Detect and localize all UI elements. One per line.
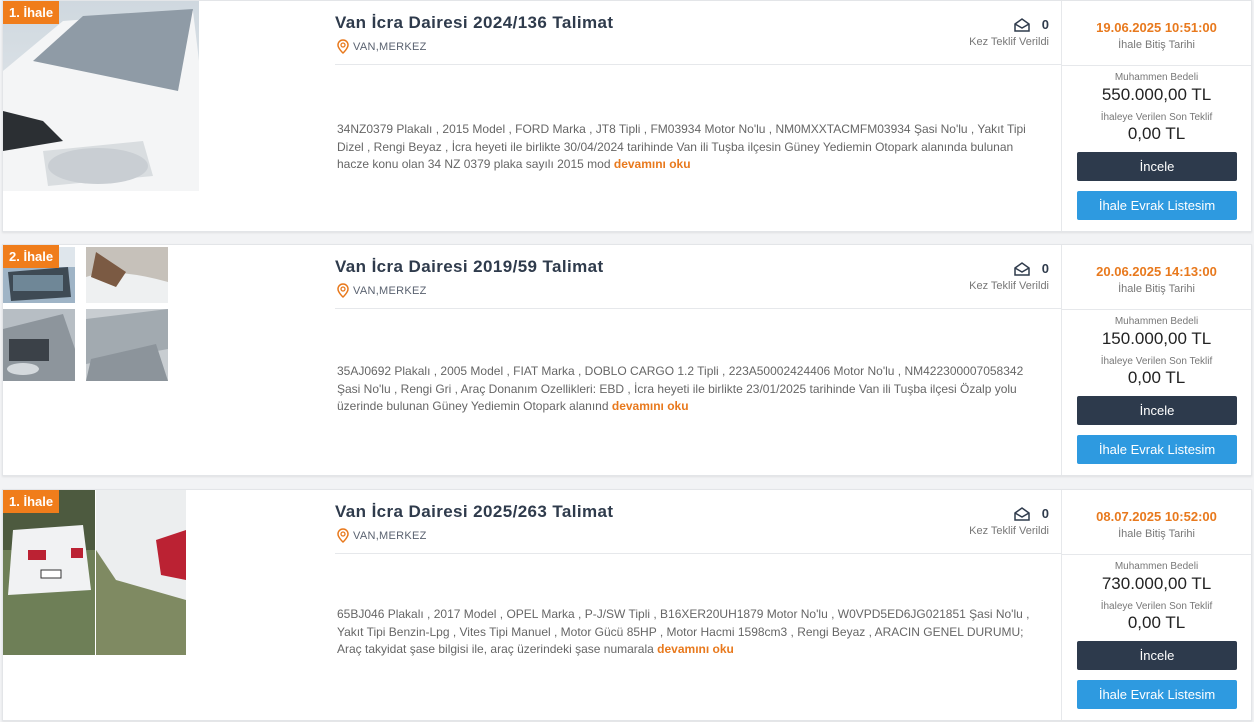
offer-count-block: 0 Kez Teklif Verildi [969,261,1049,292]
last-bid-value: 0,00 TL [1127,124,1186,143]
listing-description: 34NZ0379 Plakalı , 2015 Model , FORD Mar… [337,121,1037,174]
offer-count-label: Kez Teklif Verildi [969,525,1049,537]
listing-sidebar: 08.07.2025 10:52:00 İhale Bitiş Tarihi M… [1061,490,1251,720]
read-more-link[interactable]: devamını oku [612,399,689,413]
listing-main: Van İcra Dairesi 2024/136 Talimat VAN,ME… [335,1,1061,231]
vehicle-photo[interactable] [96,490,186,655]
auction-round-badge: 1. İhale [3,1,60,24]
divider [335,64,1061,65]
divider [335,553,1061,554]
listing-sidebar: 19.06.2025 10:51:00 İhale Bitiş Tarihi M… [1061,1,1251,231]
auction-round-badge: 1. İhale [3,490,60,513]
auction-end-date: 19.06.2025 10:51:00 [1096,20,1217,35]
auction-end-date: 08.07.2025 10:52:00 [1096,509,1217,524]
vehicle-photo[interactable] [3,309,75,381]
map-pin-icon [337,39,349,54]
divider [1062,65,1251,66]
estimated-value-label: Muhammen Bedeli [1114,561,1199,572]
listing-title[interactable]: Van İcra Dairesi 2019/59 Talimat [335,257,604,277]
envelope-open-icon [1014,17,1030,32]
last-bid-label: İhaleye Verilen Son Teklif [1100,356,1213,367]
listing-photos: 1. İhale [3,490,333,720]
listing-main: Van İcra Dairesi 2025/263 Talimat VAN,ME… [335,490,1061,720]
vehicle-photo[interactable] [86,247,168,303]
auction-documents-button[interactable]: İhale Evrak Listesim [1077,680,1237,709]
auction-end-date: 20.06.2025 14:13:00 [1096,264,1217,279]
auction-end-date-label: İhale Bitiş Tarihi [1118,283,1195,295]
vehicle-photo[interactable] [3,1,199,191]
last-bid-label: İhaleye Verilen Son Teklif [1100,112,1213,123]
inspect-button[interactable]: İncele [1077,152,1237,181]
last-bid-value: 0,00 TL [1127,368,1186,387]
map-pin-icon [337,528,349,543]
map-pin-icon [337,283,349,298]
auction-end-date-label: İhale Bitiş Tarihi [1118,39,1195,51]
estimated-value-label: Muhammen Bedeli [1114,72,1199,83]
envelope-open-icon [1014,261,1030,276]
offer-count: 0 [1041,17,1049,32]
auction-documents-button[interactable]: İhale Evrak Listesim [1077,435,1237,464]
location-text: VAN,MERKEZ [353,284,427,297]
offer-count-block: 0 Kez Teklif Verildi [969,506,1049,537]
listing-location: VAN,MERKEZ [337,283,427,298]
listing-photos: 1. İhale [3,1,333,231]
listing-title[interactable]: Van İcra Dairesi 2025/263 Talimat [335,502,613,522]
offer-count: 0 [1041,261,1049,276]
listing-photos: 2. İhale [3,245,333,475]
listing-location: VAN,MERKEZ [337,528,427,543]
estimated-value: 730.000,00 TL [1101,574,1212,593]
envelope-open-icon [1014,506,1030,521]
inspect-button[interactable]: İncele [1077,396,1237,425]
listing-card: 2. İhale Van İcra Dairesi 2019/59 Talima… [2,244,1252,476]
listing-description: 35AJ0692 Plakalı , 2005 Model , FIAT Mar… [337,363,1037,416]
listing-sidebar: 20.06.2025 14:13:00 İhale Bitiş Tarihi M… [1061,245,1251,475]
estimated-value: 550.000,00 TL [1101,85,1212,104]
divider [1062,309,1251,310]
vehicle-photo[interactable] [86,309,168,381]
offer-count-label: Kez Teklif Verildi [969,36,1049,48]
offer-count-label: Kez Teklif Verildi [969,280,1049,292]
location-text: VAN,MERKEZ [353,529,427,542]
read-more-link[interactable]: devamını oku [657,642,734,656]
listing-description: 65BJ046 Plakalı , 2017 Model , OPEL Mark… [337,606,1037,659]
estimated-value: 150.000,00 TL [1101,329,1212,348]
read-more-link[interactable]: devamını oku [614,157,691,171]
inspect-button[interactable]: İncele [1077,641,1237,670]
divider [1062,554,1251,555]
divider [335,308,1061,309]
auction-round-badge: 2. İhale [3,245,60,268]
location-text: VAN,MERKEZ [353,40,427,53]
listing-card: 1. İhale Van İcra Dairesi 2024/136 Talim… [2,0,1252,232]
auction-documents-button[interactable]: İhale Evrak Listesim [1077,191,1237,220]
last-bid-value: 0,00 TL [1127,613,1186,632]
listing-main: Van İcra Dairesi 2019/59 Talimat VAN,MER… [335,245,1061,475]
offer-count-block: 0 Kez Teklif Verildi [969,17,1049,48]
offer-count: 0 [1041,506,1049,521]
auction-end-date-label: İhale Bitiş Tarihi [1118,528,1195,540]
last-bid-label: İhaleye Verilen Son Teklif [1100,601,1213,612]
listing-location: VAN,MERKEZ [337,39,427,54]
listing-title[interactable]: Van İcra Dairesi 2024/136 Talimat [335,13,613,33]
estimated-value-label: Muhammen Bedeli [1114,316,1199,327]
listing-card: 1. İhale Van İcra Dairesi 2025/263 Talim… [2,489,1252,721]
vehicle-photo[interactable] [3,490,95,655]
